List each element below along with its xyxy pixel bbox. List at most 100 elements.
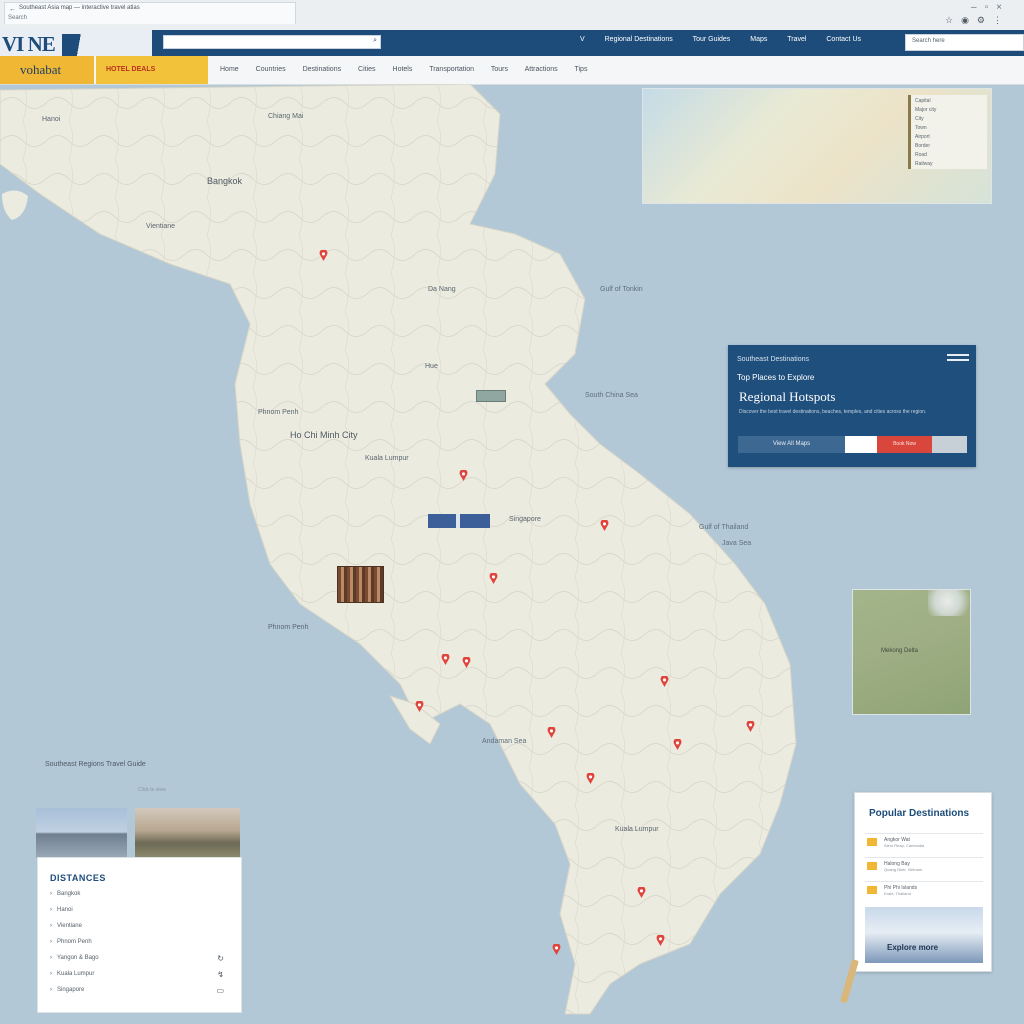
maximize-icon[interactable]: ▫ (985, 2, 997, 13)
window-controls[interactable]: –▫× (971, 2, 1010, 13)
distance-row[interactable]: › Vientiane (50, 923, 230, 936)
map-pin-icon[interactable] (546, 727, 557, 738)
bullet-icon: › (50, 891, 52, 897)
account-icon[interactable]: ◉ (961, 15, 977, 25)
map-thumbnail[interactable] (428, 514, 490, 528)
map-pin-icon[interactable] (655, 935, 666, 946)
distance-label: Bangkok (57, 891, 81, 897)
distances-title: DISTANCES (50, 873, 106, 883)
nav-link[interactable]: Maps (750, 36, 767, 43)
extensions-icon[interactable]: ⚙ (977, 15, 993, 25)
destination-meta: Siem Reap, Cambodia (884, 843, 925, 848)
subnav-link[interactable]: Countries (256, 66, 286, 73)
place-label: Bangkok (207, 176, 243, 186)
map-thumbnail[interactable] (476, 390, 506, 402)
hamburger-menu-icon[interactable] (947, 354, 969, 368)
terrain-inset[interactable]: Mekong Delta (852, 589, 971, 715)
map-pin-icon[interactable] (745, 721, 756, 732)
route-icon[interactable]: ↯ (217, 970, 224, 979)
address-bar[interactable]: Search (0, 14, 1024, 28)
subnav-link[interactable]: Tips (574, 66, 587, 73)
destination-item[interactable]: Angkor Wat Siem Reap, Cambodia (865, 833, 983, 850)
legend-item: Border (915, 143, 931, 149)
harbor-photo[interactable] (36, 808, 127, 858)
search-icon[interactable]: ⌕ (373, 37, 377, 45)
blank-button[interactable] (845, 436, 877, 453)
map-pin-icon[interactable] (318, 250, 329, 261)
top-navbar: VI NE ⌕ V Regional Destinations Tour Gui… (0, 30, 1024, 56)
view-maps-button[interactable]: View All Maps (738, 436, 845, 453)
subnav-links: Home Countries Destinations Cities Hotel… (220, 66, 602, 73)
subnav-link[interactable]: Destinations (303, 66, 342, 73)
more-button[interactable] (932, 436, 967, 453)
map-pin-icon[interactable] (461, 657, 472, 668)
menu-icon[interactable]: ⋮ (993, 15, 1010, 25)
map-thumbnail[interactable] (337, 566, 384, 603)
promo-tab[interactable]: HOTEL DEALS (96, 56, 208, 84)
map-pin-icon[interactable] (440, 654, 451, 665)
brand-label: vohabat (20, 62, 62, 77)
map-pin-icon[interactable] (488, 573, 499, 584)
nav-link[interactable]: V (580, 36, 585, 43)
place-label: Da Nang (428, 286, 456, 293)
sea-label: Andaman Sea (482, 738, 527, 745)
map-pin-icon[interactable] (636, 887, 647, 898)
place-label: Chiang Mai (268, 113, 304, 120)
star-icon[interactable]: ☆ (945, 15, 961, 25)
minimize-icon[interactable]: – (971, 2, 985, 13)
subnav-link[interactable]: Hotels (393, 66, 413, 73)
refresh-icon[interactable]: ↻ (217, 954, 224, 963)
brand-tab[interactable]: vohabat (0, 56, 94, 84)
ticket-icon (867, 838, 877, 846)
distance-row[interactable]: › Bangkok (50, 891, 230, 904)
secondary-nav: vohabat HOTEL DEALS Home Countries Desti… (0, 56, 1024, 85)
card-icon[interactable]: ▭ (216, 986, 224, 995)
distance-row[interactable]: › Kuala Lumpur ↯ (50, 970, 230, 984)
distance-row[interactable]: › Phnom Penh (50, 939, 230, 952)
distance-row[interactable]: › Hanoi (50, 907, 230, 920)
subnav-link[interactable]: Cities (358, 66, 376, 73)
subnav-link[interactable]: Tours (491, 66, 508, 73)
site-logo[interactable]: VI NE (0, 30, 152, 56)
nav-links: V Regional Destinations Tour Guides Maps… (580, 36, 879, 43)
search-input[interactable]: ⌕ (163, 35, 381, 49)
map-pin-icon[interactable] (414, 701, 425, 712)
map-pin-icon[interactable] (585, 773, 596, 784)
map-pin-icon[interactable] (672, 739, 683, 750)
destination-photo[interactable]: Explore more (865, 907, 983, 963)
nav-link[interactable]: Tour Guides (693, 36, 731, 43)
nav-link[interactable]: Contact Us (826, 36, 861, 43)
close-icon[interactable]: × (996, 2, 1010, 13)
cloud-overlay (928, 590, 970, 616)
map-pin-icon[interactable] (599, 520, 610, 531)
subnav-link[interactable]: Attractions (525, 66, 558, 73)
map-pin-icon[interactable] (659, 676, 670, 687)
sea-label: Gulf of Tonkin (600, 286, 643, 293)
nav-link[interactable]: Travel (787, 36, 806, 43)
right-search-placeholder: Search here (912, 38, 945, 44)
place-label: Hue (425, 363, 438, 370)
subnav-link[interactable]: Transportation (429, 66, 474, 73)
landscape-photo[interactable] (135, 808, 240, 858)
promo-label: HOTEL DEALS (106, 66, 156, 73)
book-now-button[interactable]: Book Now (877, 436, 932, 453)
distance-row[interactable]: › Yangon & Bago ↻ (50, 954, 230, 968)
ticket-icon (867, 886, 877, 894)
bullet-icon: › (50, 907, 52, 913)
bullet-icon: › (50, 955, 52, 961)
legend-item: Capital (915, 98, 931, 104)
destination-item[interactable]: Halong Bay Quang Ninh, Vietnam (865, 857, 983, 874)
distance-row[interactable]: › Singapore ▭ (50, 986, 230, 1000)
nav-link[interactable]: Regional Destinations (605, 36, 673, 43)
subnav-link[interactable]: Home (220, 66, 239, 73)
info-card: Southeast Destinations Top Places to Exp… (728, 345, 976, 467)
map-pin-icon[interactable] (458, 470, 469, 481)
distance-label: Yangon & Bago (57, 955, 99, 961)
destination-item[interactable]: Phi Phi Islands Krabi, Thailand (865, 881, 983, 898)
inset-legend: Capital Major city City Town Airport Bor… (908, 95, 987, 169)
inset-map[interactable]: Capital Major city City Town Airport Bor… (642, 88, 992, 204)
bullet-icon: › (50, 939, 52, 945)
map-pin-icon[interactable] (551, 944, 562, 955)
right-search-input[interactable]: Search here (905, 34, 1024, 51)
legend-item: Airport (915, 134, 930, 140)
